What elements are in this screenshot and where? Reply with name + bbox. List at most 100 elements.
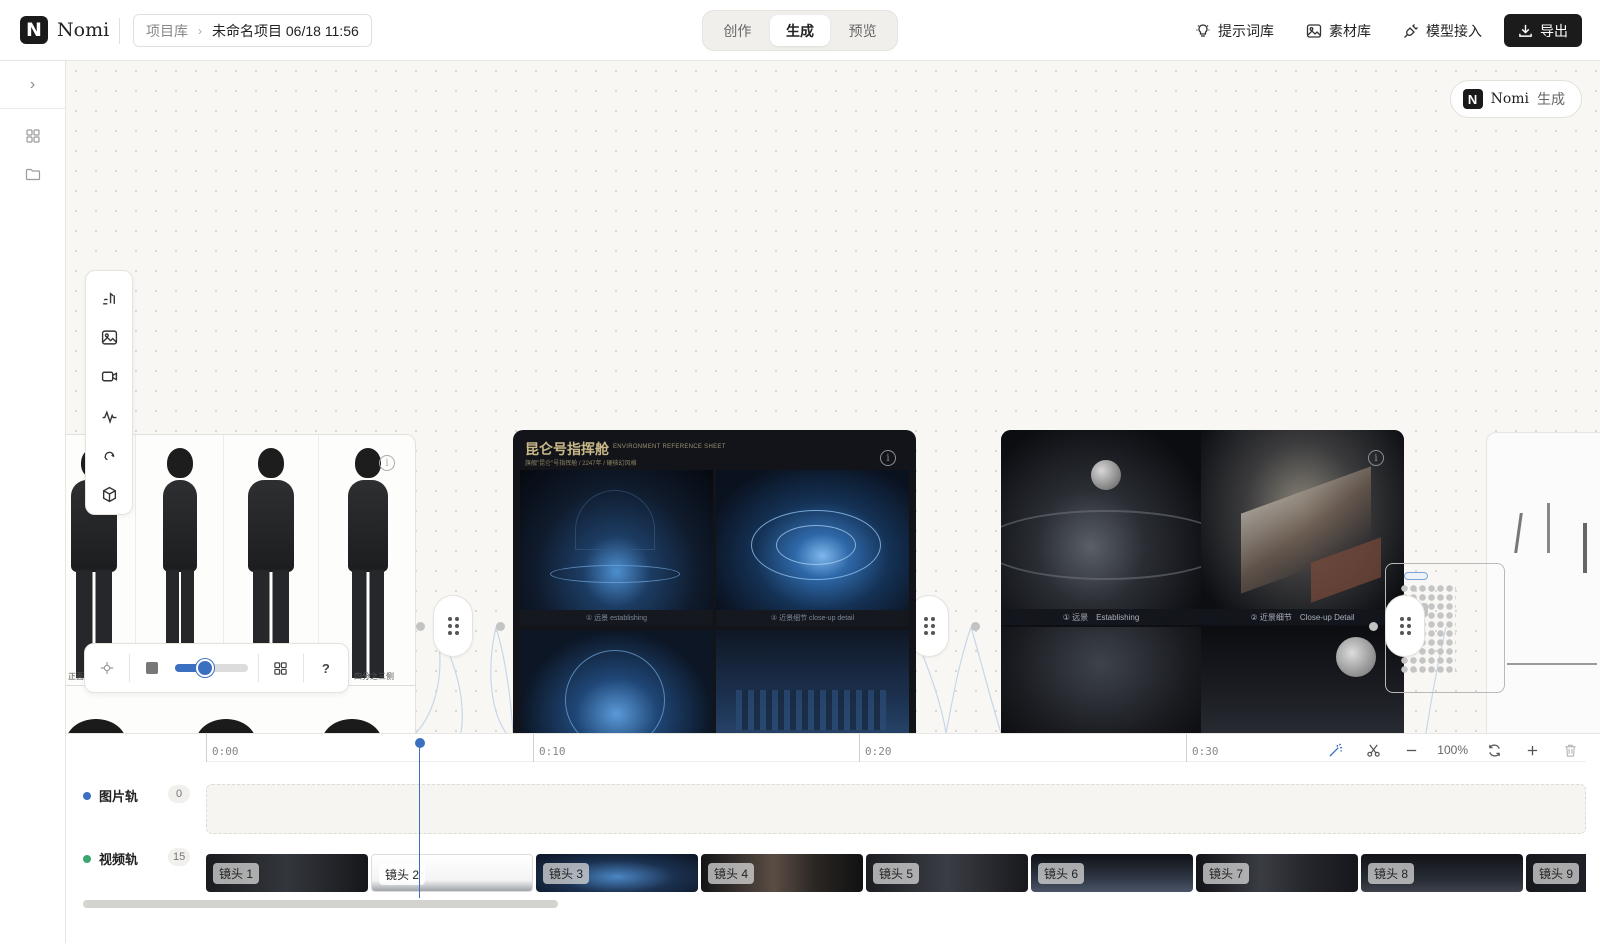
zoom-in-button[interactable]	[1520, 738, 1544, 762]
canvas-controls: ?	[84, 643, 349, 693]
track-color-dot	[83, 791, 91, 800]
info-icon[interactable]: i	[379, 455, 395, 471]
help-button[interactable]: ?	[314, 654, 338, 682]
timeline-clip[interactable]: 镜头 5	[866, 854, 1028, 892]
sidebar-item-folder[interactable]	[0, 155, 66, 193]
environment-panel	[520, 630, 713, 733]
add-text-node-button[interactable]	[89, 279, 129, 318]
timeline-scrollbar[interactable]	[83, 900, 558, 908]
video-track-name: 视频轨	[99, 852, 139, 867]
nomi-chip-brand: Nomi	[1490, 91, 1529, 107]
slider-handle[interactable]	[196, 659, 215, 677]
magic-wand-icon	[1329, 742, 1342, 757]
node-connector-handle[interactable]	[1385, 595, 1425, 657]
tab-create[interactable]: 创作	[707, 15, 768, 46]
clip-label: 镜头 4	[708, 863, 755, 884]
plug-icon	[1404, 23, 1418, 38]
logo-text: Nomi	[57, 19, 110, 41]
refresh-icon	[1488, 743, 1500, 757]
track-color-dot	[83, 854, 91, 863]
image-tool-icon	[101, 330, 117, 345]
app-logo[interactable]: N Nomi	[20, 16, 109, 44]
timeline-clip[interactable]: 镜头 4	[701, 854, 863, 892]
left-sidebar: ›	[0, 61, 66, 943]
image-track-lane[interactable]	[206, 784, 1586, 834]
node-canvas[interactable]: N Nomi 生成 正面全 四分之三侧 i ? 昆仑号指挥舱 ENVIRONME…	[66, 61, 1600, 733]
video-tool-icon	[101, 371, 117, 382]
breadcrumb-library-link[interactable]: 项目库	[146, 21, 188, 41]
timeline-clip[interactable]: 镜头 3	[536, 854, 698, 892]
clip-label: 镜头 3	[543, 863, 590, 884]
headshot-image	[196, 719, 256, 733]
add-link-node-button[interactable]	[89, 436, 129, 475]
sidebar-item-grid[interactable]	[0, 117, 66, 155]
magic-wand-button[interactable]	[1323, 738, 1347, 762]
reset-zoom-button[interactable]	[1482, 738, 1506, 762]
node-port[interactable]	[971, 622, 980, 631]
video-track-count: 15	[168, 848, 191, 866]
environment-panel-caption: ② 近景细节 close-up detail	[716, 610, 909, 626]
asset-library-label: 素材库	[1329, 22, 1371, 39]
timeline-clip[interactable]: 镜头 7	[1196, 854, 1358, 892]
info-icon[interactable]: i	[880, 450, 896, 466]
stop-icon	[146, 662, 159, 674]
timeline-clip[interactable]: 镜头 8	[1361, 854, 1523, 892]
breadcrumb-separator: ›	[198, 23, 202, 38]
timeline-clip[interactable]: 镜头 6	[1031, 854, 1193, 892]
timeline-clip[interactable]: 镜头 1	[206, 854, 368, 892]
environment-panel-establishing: ① 远景 establishing	[520, 470, 713, 626]
nomi-chip-label: 生成	[1537, 91, 1565, 107]
playhead[interactable]	[418, 748, 421, 898]
node-tool-palette	[85, 270, 133, 515]
node-port[interactable]	[1369, 622, 1378, 631]
split-clip-button[interactable]	[1361, 738, 1385, 762]
export-button[interactable]: 导出	[1504, 14, 1582, 47]
ruler-tick-label: 0:10	[533, 734, 566, 762]
node-port[interactable]	[416, 622, 425, 631]
headshot-image	[66, 719, 126, 733]
add-3d-node-button[interactable]	[89, 475, 129, 514]
add-video-node-button[interactable]	[89, 357, 129, 396]
space-panel	[1001, 627, 1201, 733]
grid-icon	[274, 661, 287, 675]
video-track-lane[interactable]: 镜头 1 镜头 2 镜头 3 镜头 4 镜头 5 镜头 6 镜头 7 镜头 8 …	[206, 854, 1586, 892]
project-title[interactable]: 未命名项目 06/18 11:56	[212, 21, 359, 41]
node-port[interactable]	[496, 622, 505, 631]
image-track-label: 图片轨	[83, 786, 138, 805]
asset-library-button[interactable]: 素材库	[1306, 21, 1371, 41]
playhead-handle[interactable]	[414, 738, 425, 748]
environment-reference-card[interactable]: 昆仑号指挥舱 ENVIRONMENT REFERENCE SHEET 旗舰"昆仑…	[513, 430, 916, 733]
grid-view-button[interactable]	[268, 654, 292, 682]
model-access-button[interactable]: 模型接入	[1403, 21, 1482, 41]
image-icon	[1306, 23, 1322, 38]
environment-card-title: 昆仑号指挥舱	[525, 441, 609, 457]
ruler-tick-label: 0:00	[206, 734, 239, 762]
minus-icon	[1406, 749, 1416, 751]
export-label: 导出	[1540, 22, 1568, 39]
tab-preview[interactable]: 预览	[832, 15, 893, 46]
drag-grip-icon	[1399, 617, 1411, 635]
add-audio-node-button[interactable]	[89, 397, 129, 436]
info-icon[interactable]: i	[1368, 450, 1384, 466]
zoom-out-button[interactable]	[1399, 738, 1423, 762]
center-view-button[interactable]	[95, 654, 119, 682]
timeline-clip[interactable]: 镜头 2	[371, 854, 533, 892]
folder-icon	[25, 168, 41, 181]
trash-icon	[1564, 744, 1576, 757]
nomi-generate-chip[interactable]: N Nomi 生成	[1449, 80, 1582, 118]
node-connector-handle[interactable]	[433, 595, 473, 657]
canvas-zoom-slider[interactable]	[174, 659, 248, 677]
clip-label: 镜头 6	[1038, 863, 1085, 884]
nomi-logo-icon: N	[1462, 89, 1483, 109]
stop-button[interactable]	[140, 654, 164, 682]
timeline-clip[interactable]: 镜头 9	[1526, 854, 1586, 892]
lightbulb-icon	[1196, 23, 1210, 37]
timeline-zoom-level: 100%	[1437, 743, 1468, 757]
sidebar-expand-button[interactable]: ›	[0, 61, 65, 109]
prompt-library-button[interactable]: 提示词库	[1195, 21, 1274, 41]
space-scene-card[interactable]: ① 远景 Establishing ② 近景细节 Close-up Detail…	[1001, 430, 1404, 733]
add-image-node-button[interactable]	[89, 318, 129, 357]
divider	[257, 654, 259, 682]
tab-generate[interactable]: 生成	[769, 15, 831, 46]
delete-clip-button[interactable]	[1558, 738, 1582, 762]
